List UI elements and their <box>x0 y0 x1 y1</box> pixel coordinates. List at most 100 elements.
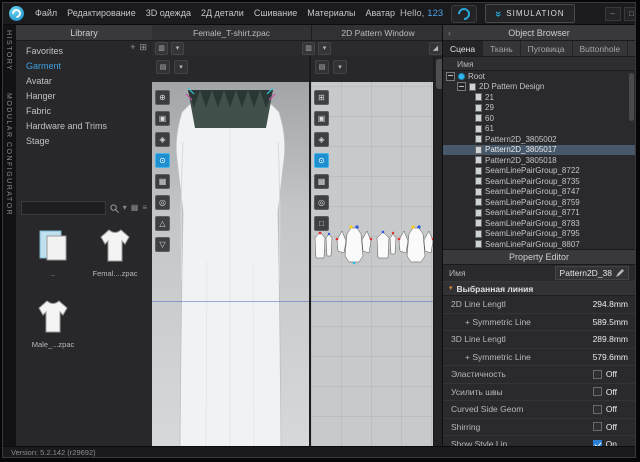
selected-line-section-header[interactable]: ▾ Выбранная линия <box>443 282 635 296</box>
menu-item[interactable]: Файл <box>30 3 62 24</box>
edit-icon[interactable] <box>616 269 624 277</box>
property-checkbox[interactable] <box>593 405 602 414</box>
viewport-tool-icon[interactable]: ▦ <box>155 174 170 189</box>
property-checkbox[interactable] <box>593 387 602 396</box>
tab-3d-garment-window[interactable]: Female_T-shirt.zpac <box>152 25 312 40</box>
tree-node[interactable]: 60 <box>443 113 635 124</box>
menu-item[interactable]: Редактирование <box>62 3 141 24</box>
property-checkbox[interactable] <box>593 422 602 431</box>
add-icon[interactable]: ⊞ <box>139 43 147 52</box>
library-item[interactable]: Stage <box>16 134 152 149</box>
menu-item[interactable]: 3D одежда <box>141 3 196 24</box>
viewport-menu-icon[interactable]: ▤ <box>315 60 329 74</box>
tree-node[interactable]: 2D Pattern Design <box>443 82 635 93</box>
grid-view-icon[interactable]: ▦ <box>131 204 139 212</box>
tree-scrollbar-thumb[interactable] <box>629 73 634 121</box>
viewport-tool-icon[interactable]: ▣ <box>155 111 170 126</box>
user-name-link[interactable]: 123 <box>427 8 443 19</box>
menu-item[interactable]: 2Д детали <box>196 3 249 24</box>
tree-node[interactable]: SeamLinePairGroup_8759 <box>443 197 635 208</box>
library-file[interactable]: Male_...zpac <box>22 294 84 349</box>
library-item[interactable]: Hardware and Trims <box>16 119 152 134</box>
expander-icon[interactable] <box>446 72 455 81</box>
property-label: + Symmetric Line <box>465 317 593 327</box>
toolbar-icon[interactable]: ◢ <box>429 42 442 55</box>
viewport-tool-icon[interactable]: ◈ <box>155 132 170 147</box>
property-value: 289.8mm <box>593 334 635 344</box>
collapse-panel-icon[interactable]: ‹ <box>448 25 451 40</box>
viewport-tool-icon[interactable]: △ <box>155 216 170 231</box>
tree-node[interactable]: SeamLinePairGroup_8795 <box>443 229 635 240</box>
tree-node[interactable]: SeamLinePairGroup_8722 <box>443 166 635 177</box>
tab-2d-pattern-window[interactable]: 2D Pattern Window <box>312 25 445 40</box>
history-tab[interactable]: HISTORY <box>5 30 12 71</box>
viewport-tool-icon[interactable]: ◎ <box>155 195 170 210</box>
search-icon[interactable] <box>110 204 119 213</box>
library-item[interactable]: Fabric <box>16 104 152 119</box>
tree-node[interactable]: SeamLinePairGroup_8783 <box>443 218 635 229</box>
tree-node[interactable]: Pattern2D_3805018 <box>443 155 635 166</box>
list-view-icon[interactable]: ≡ <box>142 204 147 212</box>
object-browser-tab[interactable]: Сцена <box>443 41 483 56</box>
search-options-caret-icon[interactable]: ▾ <box>123 204 127 212</box>
tree-node[interactable]: 29 <box>443 103 635 114</box>
toolbar-icon[interactable]: ▾ <box>171 42 184 55</box>
library-item[interactable]: Garment <box>16 59 152 74</box>
object-browser-tab[interactable]: Ткань <box>483 41 521 56</box>
library-file[interactable]: Femal....zpac <box>84 223 146 278</box>
toolbar-icon[interactable]: ▥ <box>302 42 315 55</box>
viewport-toolbar: ▥▾ ▥▾ ◢ <box>152 41 445 57</box>
tree-node[interactable]: 21 <box>443 92 635 103</box>
node-icon <box>475 135 482 143</box>
viewport-menu-icon[interactable]: ▾ <box>174 60 188 74</box>
simulation-button[interactable]: » SIMULATION <box>485 4 574 23</box>
menu-item[interactable]: Аватар <box>360 3 400 24</box>
tree-node[interactable]: 61 <box>443 124 635 135</box>
toolbar-icon[interactable]: ▥ <box>155 42 168 55</box>
object-browser-tab[interactable]: Пуговица <box>521 41 573 56</box>
tree-node[interactable]: SeamLinePairGroup_8735 <box>443 176 635 187</box>
tree-node[interactable]: Root <box>443 71 635 82</box>
viewport-tool-icon[interactable]: ⊕ <box>155 90 170 105</box>
viewport-tool-icon[interactable]: □ <box>314 216 329 231</box>
object-browser-title: ‹ Object Browser <box>443 25 635 41</box>
viewport-tool-icon[interactable]: ⊞ <box>314 90 329 105</box>
minimize-button[interactable]: – <box>605 7 621 21</box>
viewport-tool-icon[interactable]: ▣ <box>314 111 329 126</box>
viewport-tool-icon[interactable]: ⊙ <box>314 153 329 168</box>
expander-icon[interactable] <box>457 82 466 91</box>
pattern-name-value: Pattern2D_38 <box>560 268 612 278</box>
tree-node[interactable]: SeamLinePairGroup_8771 <box>443 208 635 219</box>
2d-viewport-canvas[interactable]: ⊞ ▣ ◈ ⊙ ▦ ◎ □ <box>311 82 433 447</box>
pattern-pieces[interactable] <box>311 82 433 447</box>
property-checkbox[interactable] <box>593 370 602 379</box>
toolbar-icon[interactable]: ▾ <box>318 42 331 55</box>
viewport-tool-icon[interactable]: ◎ <box>314 195 329 210</box>
property-label: Усилить швы <box>451 387 593 397</box>
viewport-tool-icon[interactable]: ▦ <box>314 174 329 189</box>
3d-viewport-canvas[interactable]: ⊕ ▣ ◈ ⊙ ▦ ◎ △ ▽ <box>152 82 309 447</box>
library-file[interactable]: .. <box>22 223 84 278</box>
maximize-button[interactable]: □ <box>624 7 636 21</box>
add-icon[interactable]: + <box>130 43 135 52</box>
viewport-tool-icon[interactable]: ⊙ <box>155 153 170 168</box>
tshirt-garment[interactable] <box>152 82 309 447</box>
library-item[interactable]: Avatar <box>16 74 152 89</box>
viewport-menu-icon[interactable]: ▾ <box>333 60 347 74</box>
modular-configurator-tab[interactable]: MODULAR CONFIGURATOR <box>5 93 12 216</box>
simulation-label: SIMULATION <box>506 9 564 18</box>
library-search-input[interactable] <box>21 201 106 215</box>
menu-item[interactable]: Материалы <box>302 3 360 24</box>
menu-item[interactable]: Сшивание <box>249 3 302 24</box>
library-item[interactable]: Hanger <box>16 89 152 104</box>
clo-cloud-button[interactable] <box>451 5 477 23</box>
viewport-tool-icon[interactable]: ◈ <box>314 132 329 147</box>
viewport-menu-icon[interactable]: ▤ <box>156 60 170 74</box>
tree-node[interactable]: Pattern2D_3805017 <box>443 145 635 156</box>
tree-node[interactable]: SeamLinePairGroup_8807 <box>443 239 635 249</box>
pattern-name-field[interactable]: Pattern2D_38 <box>555 266 629 280</box>
tree-node[interactable]: Pattern2D_3805002 <box>443 134 635 145</box>
viewport-tool-icon[interactable]: ▽ <box>155 237 170 252</box>
tree-node[interactable]: SeamLinePairGroup_8747 <box>443 187 635 198</box>
object-browser-tab[interactable]: Buttonhole <box>573 41 629 56</box>
